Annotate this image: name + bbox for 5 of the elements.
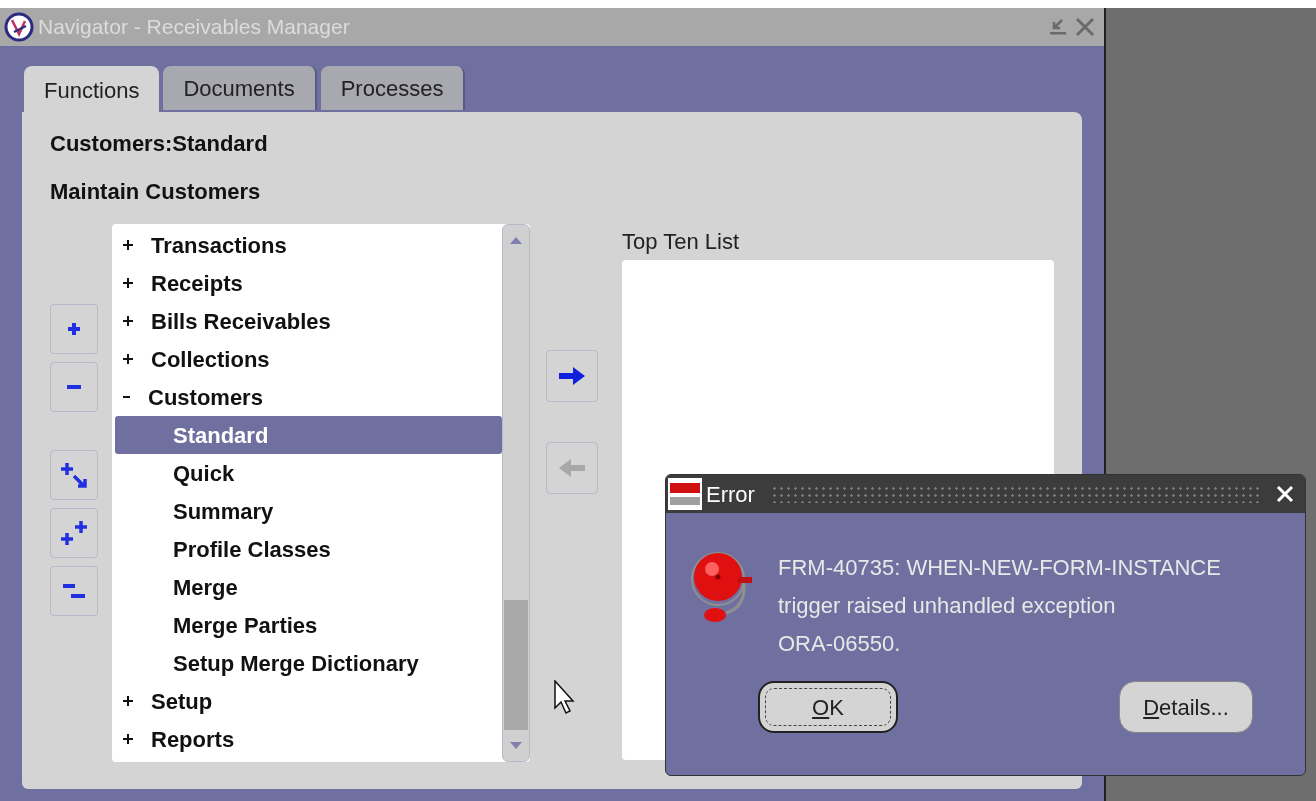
function-title: Customers:Standard	[50, 130, 269, 158]
top-ten-label: Top Ten List	[622, 230, 740, 254]
function-description: Maintain Customers	[50, 178, 262, 206]
error-message: FRM-40735: WHEN-NEW-FORM-INSTANCE trigger raised unhandled exception ORA-06550.	[778, 554, 1221, 658]
dialog-title: Error	[706, 480, 755, 509]
